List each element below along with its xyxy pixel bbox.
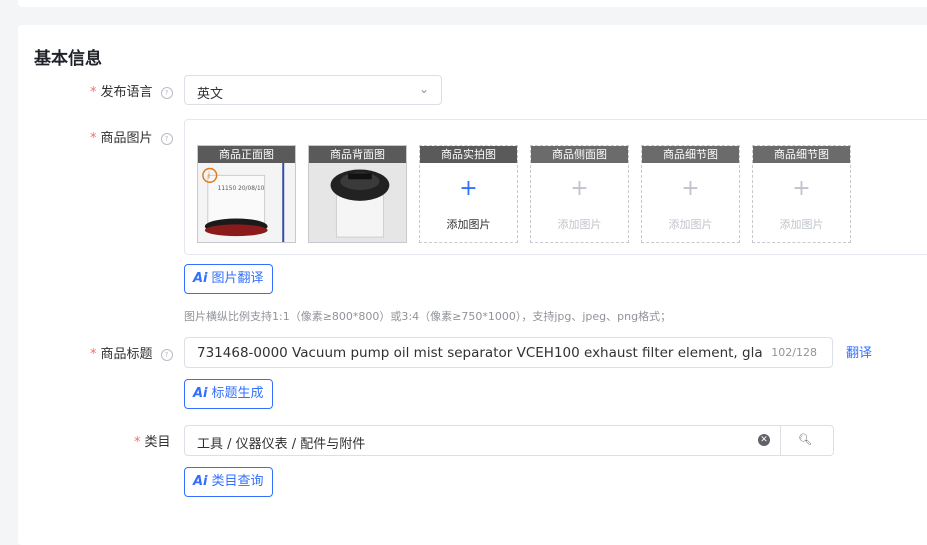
help-icon[interactable]: ?: [160, 349, 173, 361]
help-icon[interactable]: ?: [160, 87, 173, 99]
image-upload-panel: 商品正面图 11150 20/08/10 i 商品背面图 商品实拍图 + 添加图…: [184, 119, 927, 255]
image-slot-front[interactable]: 商品正面图 11150 20/08/10 i: [197, 145, 296, 243]
help-icon[interactable]: ?: [160, 133, 173, 145]
add-image-label: 添加图片: [668, 218, 713, 231]
image-translate-button[interactable]: Ai 图片翻译: [184, 264, 273, 294]
image-slot-real[interactable]: 商品实拍图 + 添加图片: [419, 145, 518, 243]
chevron-down-icon: ⌄: [418, 82, 429, 96]
image-slot-caption: 商品正面图: [198, 146, 295, 163]
svg-text:i: i: [208, 171, 210, 181]
add-image-label: 添加图片: [446, 218, 491, 231]
image-format-hint: 图片横纵比例支持1:1（像素≥800*800）或3:4（像素≥750*1000）…: [184, 310, 672, 323]
char-count: 102/128: [771, 346, 817, 359]
image-slot-side[interactable]: 商品侧面图 + 添加图片: [530, 145, 629, 243]
search-icon[interactable]: 🔍︎: [798, 433, 812, 446]
ai-icon: Ai: [193, 271, 208, 286]
plus-icon: +: [459, 176, 478, 201]
title-label-row: * 商品标题?: [90, 343, 173, 362]
title-generate-label: 标题生成: [211, 386, 264, 401]
image-slot-caption: 商品侧面图: [531, 146, 628, 163]
title-label: 商品标题: [100, 347, 153, 362]
plus-icon: +: [570, 176, 589, 201]
plus-icon: +: [792, 176, 811, 201]
category-input[interactable]: 工具 / 仪器仪表 / 配件与附件 ✕ 🔍︎: [184, 425, 834, 456]
image-slot-detail-2[interactable]: 商品细节图 + 添加图片: [752, 145, 851, 243]
language-select[interactable]: 英文 ⌄: [184, 75, 442, 105]
images-label-row: * 商品图片?: [90, 127, 173, 146]
add-image-label: 添加图片: [779, 218, 824, 231]
image-slot-back[interactable]: 商品背面图: [308, 145, 407, 243]
category-value: 工具 / 仪器仪表 / 配件与附件: [197, 437, 366, 452]
category-label-row: * 类目: [134, 435, 171, 450]
category-query-label: 类目查询: [211, 474, 264, 489]
category-query-button[interactable]: Ai 类目查询: [184, 467, 273, 497]
translate-link[interactable]: 翻译: [846, 342, 872, 361]
language-label-row: * 发布语言?: [90, 81, 173, 100]
category-label: 类目: [144, 435, 171, 450]
product-title-input[interactable]: 731468-0000 Vacuum pump oil mist separat…: [184, 337, 833, 368]
add-image-label: 添加图片: [557, 218, 602, 231]
ai-icon: Ai: [193, 474, 208, 489]
image-slot-caption: 商品实拍图: [420, 146, 517, 163]
image-slot-caption: 商品细节图: [753, 146, 850, 163]
svg-text:11150 20/08/10: 11150 20/08/10: [218, 186, 265, 192]
language-label: 发布语言: [100, 85, 153, 100]
image-slot-caption: 商品背面图: [309, 146, 406, 163]
divider: [780, 426, 781, 455]
image-slot-caption: 商品细节图: [642, 146, 739, 163]
plus-icon: +: [681, 176, 700, 201]
clear-icon[interactable]: ✕: [758, 434, 770, 446]
image-slot-detail-1[interactable]: 商品细节图 + 添加图片: [641, 145, 740, 243]
product-title-value: 731468-0000 Vacuum pump oil mist separat…: [197, 345, 762, 361]
language-select-value: 英文: [197, 87, 224, 102]
image-translate-label: 图片翻译: [211, 271, 264, 286]
ai-icon: Ai: [193, 386, 208, 401]
basic-info-card: [18, 25, 927, 545]
title-generate-button[interactable]: Ai 标题生成: [184, 379, 273, 409]
images-label: 商品图片: [100, 131, 153, 146]
top-card: [18, 0, 927, 7]
section-title: 基本信息: [34, 49, 102, 69]
